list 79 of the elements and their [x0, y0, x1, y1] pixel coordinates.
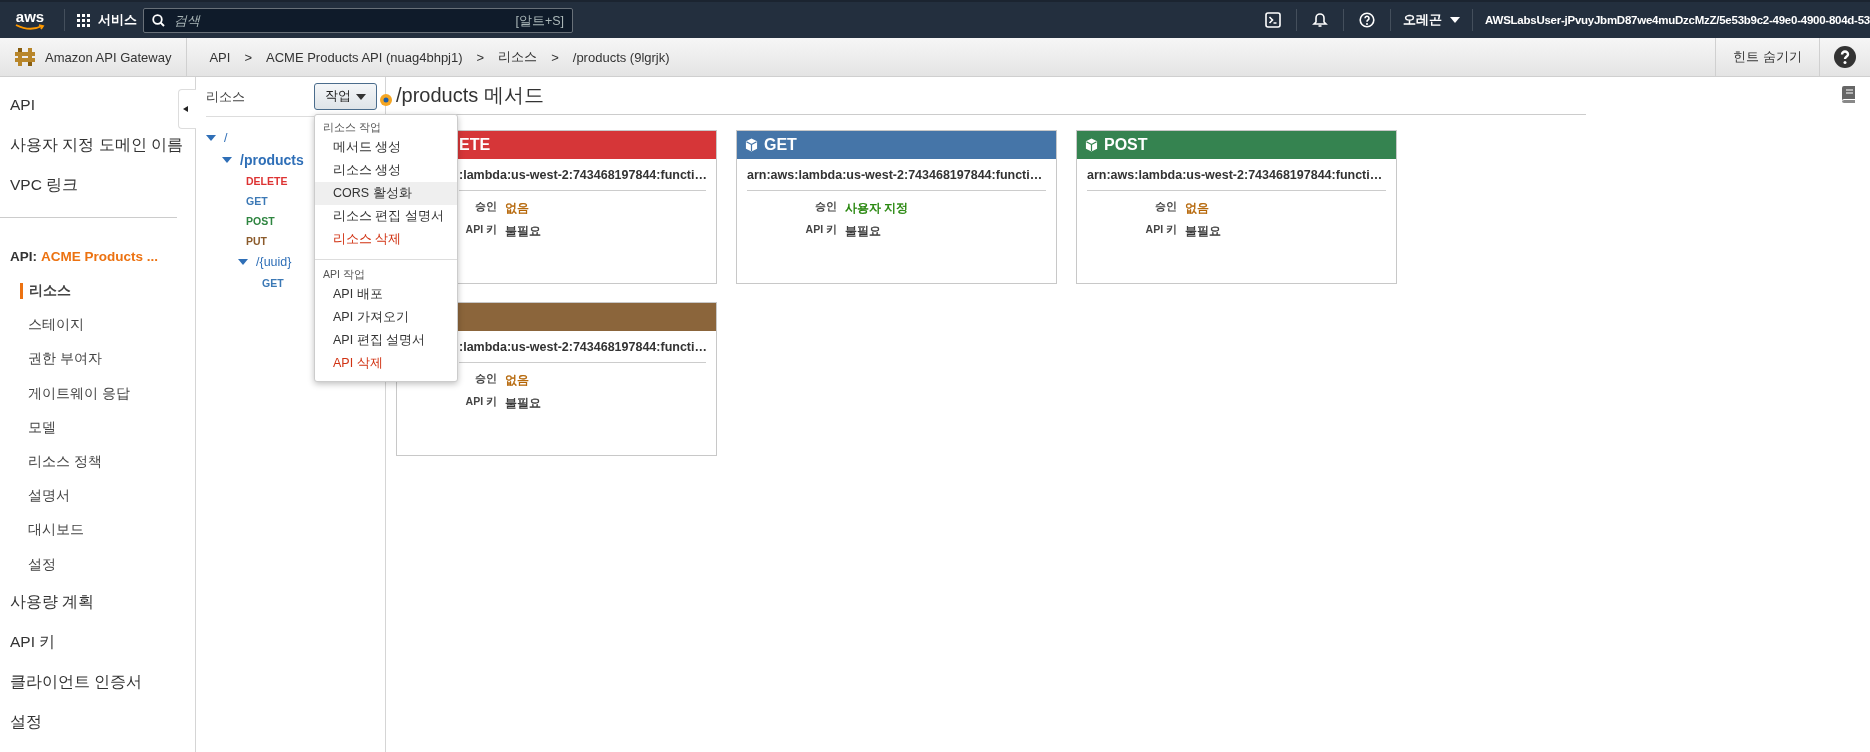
- hide-hints-link[interactable]: 힌트 숨기기: [1715, 38, 1820, 76]
- breadcrumb-link[interactable]: 리소스: [498, 48, 538, 66]
- field-value: 없음: [1185, 200, 1209, 217]
- path-separator: >: [551, 49, 559, 65]
- path-separator: >: [476, 49, 485, 65]
- field-value: 없음: [505, 200, 529, 217]
- beacon-icon[interactable]: [380, 93, 392, 106]
- breadcrumb-link[interactable]: ACME Products API (nuag4bhpj1): [266, 49, 463, 65]
- caret-icon: [1450, 17, 1461, 23]
- shortcut-hint: [알트+S]: [515, 12, 564, 30]
- cube-icon: [745, 138, 758, 152]
- menu-item[interactable]: 리소스 삭제: [315, 228, 457, 251]
- menu-item[interactable]: 리소스 편집 설명서: [315, 205, 457, 228]
- cube-icon: [1085, 138, 1098, 152]
- api-gateway-logo: [15, 46, 35, 68]
- menu-heading: API 작업: [322, 267, 366, 282]
- function-arn: arn:aws:lambda:us-west-2:743468197844:functi…: [747, 159, 1046, 191]
- account-menu[interactable]: AWSLabsUser-jPvuyJbmD87we4muDzcMzZ/5e53b9c2-49e0-4900-804d-53: [1485, 14, 1870, 26]
- search-icon: [152, 13, 165, 27]
- menu-item[interactable]: API 삭제: [315, 352, 457, 375]
- page-title: /products 메서드: [396, 83, 544, 108]
- field-value: 불필요: [505, 223, 541, 240]
- service-link[interactable]: Amazon API Gateway: [0, 38, 188, 76]
- field-label: API 키: [465, 395, 497, 409]
- function-arn: arn:aws:lambda:us-west-2:743468197844:functi…: [1087, 159, 1386, 191]
- menu-item[interactable]: API 편집 설명서: [315, 329, 457, 352]
- help-icon[interactable]: [1834, 46, 1856, 68]
- field-label: 승인: [815, 200, 837, 214]
- field-label: 승인: [1155, 200, 1177, 214]
- field-value: 사용자 지정: [845, 200, 909, 217]
- nav-link[interactable]: API 키: [0, 621, 66, 662]
- menu-item[interactable]: CORS 활성화: [315, 182, 457, 205]
- nav-link[interactable]: 리소스: [0, 274, 195, 309]
- collapse-tab[interactable]: [178, 89, 196, 129]
- field-value: 없음: [505, 372, 529, 389]
- grid-icon: [77, 13, 90, 27]
- function-arn: :lambda:us-west-2:743468197844:functi…: [459, 331, 706, 363]
- menu-heading: 리소스 작업: [322, 120, 382, 135]
- nav-link[interactable]: 설정: [0, 701, 52, 742]
- api-label: API:: [10, 248, 37, 264]
- nav-link[interactable]: VPC 링크: [0, 165, 89, 205]
- services-menu[interactable]: 서비스: [77, 11, 137, 29]
- field-value: 불필요: [505, 395, 541, 412]
- resource-link[interactable]: /products: [240, 152, 304, 168]
- nav-link[interactable]: API: [0, 85, 45, 125]
- resource-link[interactable]: /{uuid}: [256, 255, 292, 269]
- aws-logo[interactable]: aws: [8, 5, 52, 35]
- field-label: 승인: [475, 372, 497, 386]
- field-value: 불필요: [845, 223, 881, 240]
- nav-link[interactable]: 설정: [0, 547, 195, 582]
- caret-icon: [356, 93, 366, 100]
- nav-link[interactable]: 스테이지: [0, 308, 195, 343]
- function-arn: :lambda:us-west-2:743468197844:functi…: [459, 159, 706, 191]
- nav-link[interactable]: 사용자 지정 도메인 이름: [0, 125, 193, 165]
- nav-link[interactable]: 설명서: [0, 479, 195, 514]
- menu-item[interactable]: API 가져오기: [315, 306, 457, 329]
- path-separator: >: [244, 49, 252, 65]
- method-header[interactable]: GET: [737, 131, 1056, 159]
- nav-link[interactable]: 리소스 정책: [0, 444, 195, 480]
- nav-link[interactable]: 게이트웨이 응답: [0, 376, 195, 411]
- nav-link[interactable]: 권한 부여자: [0, 342, 195, 377]
- field-label: API 키: [1145, 223, 1177, 237]
- field-label: API 키: [465, 223, 497, 237]
- menu-item[interactable]: 리소스 생성: [315, 159, 457, 182]
- panel-title: 리소스: [206, 87, 246, 106]
- menu-item[interactable]: API 배포: [315, 283, 457, 306]
- field-value: 불필요: [1185, 223, 1221, 240]
- resource-link[interactable]: /: [224, 131, 228, 145]
- region-menu[interactable]: 오레곤: [1403, 11, 1461, 29]
- nav-link[interactable]: 대시보드: [0, 513, 195, 548]
- field-label: API 키: [805, 223, 837, 237]
- field-label: 승인: [475, 200, 497, 214]
- actions-button[interactable]: 작업: [314, 83, 377, 110]
- method-header[interactable]: POST: [1077, 131, 1396, 159]
- nav-link[interactable]: 클라이언트 인증서: [0, 661, 153, 702]
- nav-link[interactable]: 사용량 계획: [0, 581, 105, 622]
- breadcrumb-link[interactable]: /products (9lgrjk): [572, 49, 670, 65]
- breadcrumb-link[interactable]: API: [209, 49, 231, 65]
- nav-link[interactable]: 모델: [0, 410, 195, 445]
